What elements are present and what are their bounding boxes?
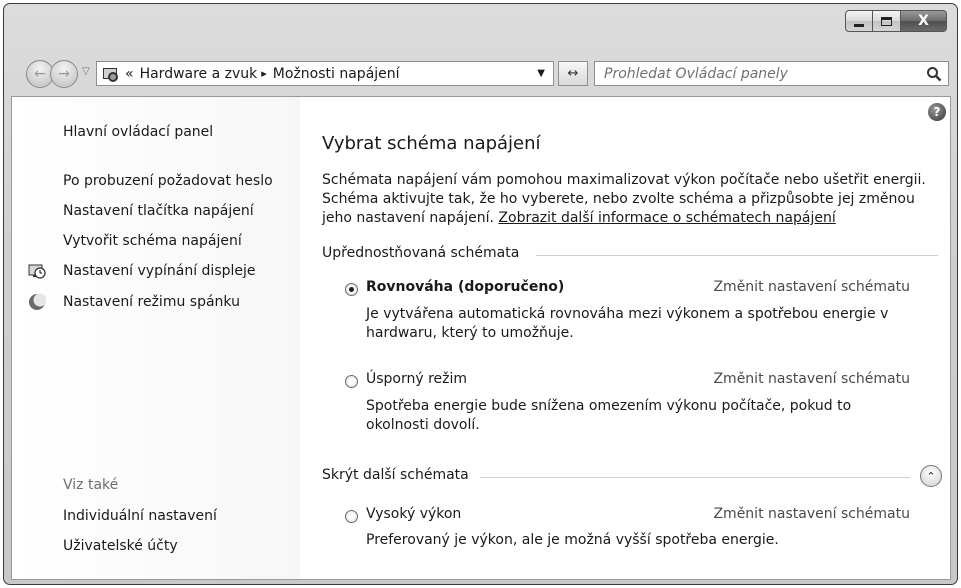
- page-title: Vybrat schéma napájení: [322, 133, 541, 154]
- hidden-crumbs-button[interactable]: «: [125, 66, 134, 82]
- group-divider: [480, 477, 910, 478]
- see-also-heading: Viz také: [63, 477, 119, 493]
- refresh-icon: ↔: [567, 66, 579, 81]
- moon-sleep-icon: [29, 293, 46, 310]
- sidebar-item-sleep-settings[interactable]: Nastavení režimu spánku: [63, 294, 240, 310]
- sidebar-item-control-panel-home[interactable]: Hlavní ovládací panel: [63, 124, 213, 140]
- main-pane: Vybrat schéma napájení Schémata napájení…: [320, 97, 950, 579]
- refresh-button[interactable]: ↔: [558, 61, 588, 86]
- title-bar[interactable]: X: [4, 4, 957, 50]
- change-plan-settings-link[interactable]: Změnit nastavení schématu: [713, 371, 910, 387]
- change-plan-settings-link[interactable]: Změnit nastavení schématu: [713, 506, 910, 522]
- maximize-icon: [881, 16, 892, 26]
- close-icon: X: [918, 13, 929, 29]
- sidebar-item-user-accounts[interactable]: Uživatelské účty: [63, 538, 178, 554]
- recent-pages-button[interactable]: ▽: [82, 66, 90, 77]
- more-info-link[interactable]: Zobrazit další informace o schématech na…: [498, 210, 835, 226]
- plan-radio-balanced[interactable]: [345, 283, 358, 296]
- plan-name-power-saver[interactable]: Úsporný režim: [366, 371, 467, 387]
- breadcrumb-hardware-and-sound[interactable]: Hardware a zvuk: [140, 66, 258, 82]
- preferred-plans-heading: Upřednostňovaná schémata: [322, 245, 520, 261]
- maximize-button[interactable]: [873, 10, 901, 32]
- search-icon[interactable]: [926, 66, 942, 82]
- sidebar-item-personalization[interactable]: Individuální nastavení: [63, 508, 217, 524]
- page-description: Schémata napájení vám pomohou maximalizo…: [322, 171, 942, 228]
- plan-name-high-performance[interactable]: Vysoký výkon: [366, 506, 461, 522]
- breadcrumb-power-options[interactable]: Možnosti napájení: [273, 66, 400, 82]
- search-placeholder: Prohledat Ovládací panely: [604, 65, 788, 82]
- sidebar-item-require-password[interactable]: Po probuzení požadovat heslo: [63, 173, 273, 189]
- address-bar[interactable]: « Hardware a zvuk ▸ Možnosti napájení ▼: [96, 61, 554, 86]
- plan-name-balanced[interactable]: Rovnováha (doporučeno): [366, 279, 564, 295]
- hide-additional-plans-heading[interactable]: Skrýt další schémata: [322, 467, 469, 483]
- task-pane: Hlavní ovládací panel Po probuzení požad…: [12, 97, 300, 579]
- control-panel-window: X ← → ▽ « Hardware a zvuk ▸ Možnosti nap…: [3, 3, 958, 585]
- content-area: Hlavní ovládací panel Po probuzení požad…: [11, 96, 951, 580]
- group-divider: [536, 255, 938, 256]
- sidebar-item-power-buttons[interactable]: Nastavení tlačítka napájení: [63, 203, 254, 219]
- change-plan-settings-link[interactable]: Změnit nastavení schématu: [713, 279, 910, 295]
- caption-buttons: X: [845, 10, 947, 32]
- plan-radio-high-performance[interactable]: [345, 510, 358, 523]
- plan-description-power-saver: Spotřeba energie bude snížena omezením v…: [366, 398, 852, 433]
- plan-description-high-performance: Preferovaný je výkon, ale je možná vyšší…: [366, 532, 779, 548]
- sidebar-item-display-off[interactable]: Nastavení vypínání displeje: [63, 263, 256, 279]
- breadcrumb-separator-icon[interactable]: ▸: [261, 67, 267, 80]
- back-arrow-icon: ←: [34, 66, 46, 82]
- sidebar-item-create-plan[interactable]: Vytvořit schéma napájení: [63, 233, 242, 249]
- control-panel-icon: [101, 65, 121, 83]
- minimize-icon: [854, 23, 864, 27]
- address-history-dropdown[interactable]: ▼: [537, 68, 545, 79]
- navigation-bar: ← → ▽ « Hardware a zvuk ▸ Možnosti napáj…: [4, 56, 957, 90]
- plan-description-balanced: Je vytvářena automatická rovnováha mezi …: [366, 306, 889, 341]
- display-clock-icon: [28, 264, 46, 279]
- close-button[interactable]: X: [901, 10, 947, 32]
- plan-radio-power-saver[interactable]: [345, 375, 358, 388]
- minimize-button[interactable]: [845, 10, 873, 32]
- forward-arrow-icon: →: [58, 66, 70, 82]
- forward-button[interactable]: →: [50, 60, 78, 88]
- search-input[interactable]: Prohledat Ovládací panely: [594, 61, 949, 86]
- collapse-chevron-up-icon[interactable]: ⌃: [920, 465, 942, 487]
